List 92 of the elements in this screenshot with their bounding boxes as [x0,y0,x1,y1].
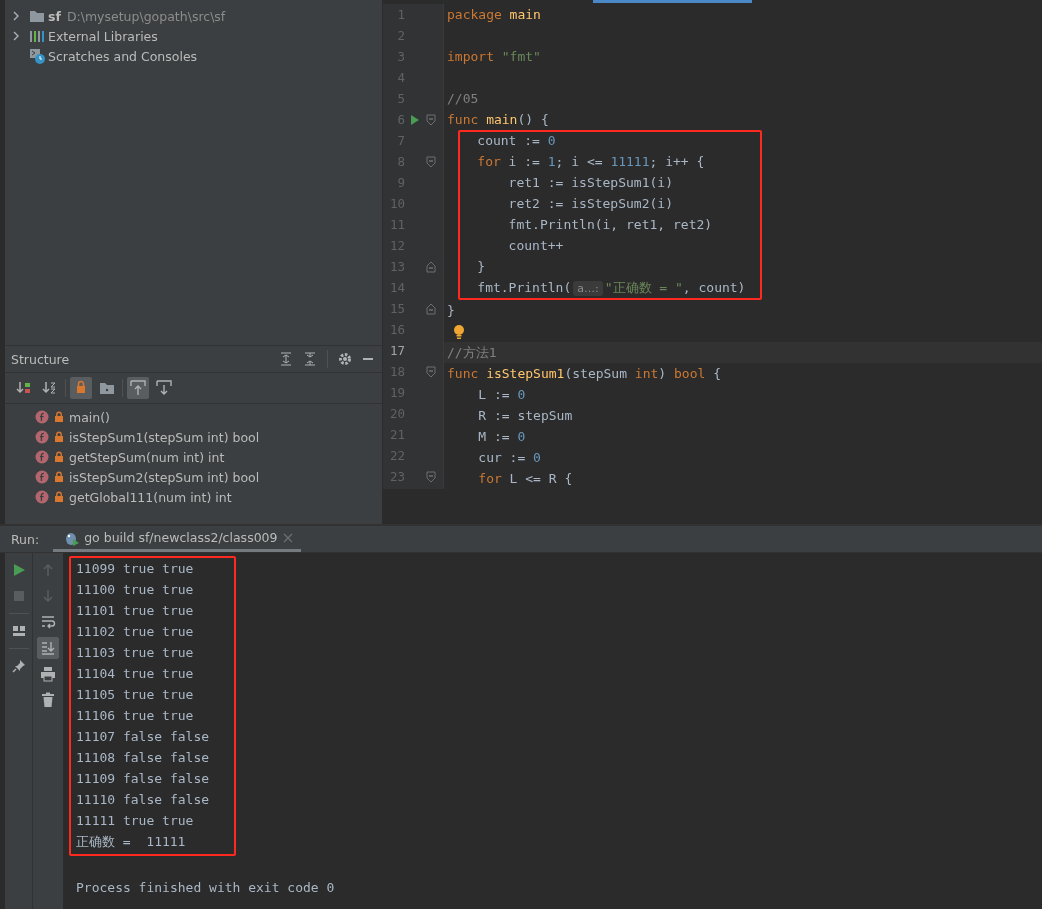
code-line: ret1 := isStepSum1(i) [507,175,673,190]
run-icon[interactable] [410,113,420,126]
code-line: } [447,303,455,318]
folder-icon [29,8,45,24]
layout-icon [10,623,27,639]
code-line: for i := 1; i <= 11111; i++ { [476,154,705,169]
console-clock-icon [29,48,45,64]
console-line: 11106 true true [76,707,195,725]
code-line: } [476,259,486,274]
collapse-all-icon[interactable] [303,352,317,366]
exit-message: Process finished with exit code 0 [75,879,335,897]
code-line: cur := 0 [477,450,541,465]
console-line: 11108 false false [76,749,211,767]
sort-alpha-icon [42,380,58,396]
lock-icon [54,431,64,443]
code-line: count++ [507,238,564,253]
code-line: R := stepSum [477,408,573,423]
lightbulb-icon[interactable] [453,323,465,340]
fold-icon[interactable] [426,113,436,126]
console-line: 11107 false false [76,728,211,746]
structure-item[interactable]: main() [69,409,110,425]
console-line: 11101 true true [76,602,195,620]
expand-all-icon[interactable] [279,352,293,366]
sort-arrow-icon [16,380,32,396]
structure-item[interactable]: isStepSum2(stepSum int) bool [69,469,260,485]
tree-item[interactable]: External Libraries [48,28,158,44]
tree-item[interactable]: Scratches and Consoles [48,48,198,64]
console-line: 11111 true true [76,812,195,830]
code-line: //方法1 [447,343,497,362]
console-line: 11109 false false [76,770,211,788]
function-icon [35,430,49,444]
line-number: 17 [388,343,405,358]
code-line: //05 [447,91,479,106]
fold-icon[interactable] [426,260,436,273]
trash-icon [40,692,56,708]
wrap-icon [40,614,56,630]
arrow-down-icon [40,588,56,604]
console-line: 11103 true true [76,644,195,662]
function-icon [35,410,49,424]
structure-item[interactable]: getStepSum(num int) int [69,449,225,465]
console-line: 11100 true true [76,581,195,599]
arrow-up-icon [130,380,146,396]
code-line: M := 0 [477,429,526,444]
function-icon [35,490,49,504]
pin-icon [10,658,27,674]
chevron-right-icon[interactable] [11,31,21,41]
panel-title: Run: [11,531,40,547]
console-line: 11105 true true [76,686,195,704]
run-tab[interactable]: go build sf/newclass2/class009 [53,526,301,552]
panel-title: Structure [11,351,70,367]
console-line: 11104 true true [76,665,195,683]
code-line: func main() { [447,112,549,127]
fold-icon[interactable] [426,365,436,378]
code-line: count := 0 [476,133,556,148]
bar-chart-icon [29,28,45,44]
console-line: 正确数 = 11111 [76,833,187,851]
fold-icon[interactable] [426,155,436,168]
code-line: fmt.Println(i, ret1, ret2) [507,217,713,232]
code-line: fmt.Println( a…: "正确数 = ", count) [476,278,746,297]
scroll-to-end-button[interactable] [37,637,59,659]
function-icon [35,450,49,464]
chevron-right-icon[interactable] [11,11,21,21]
scroll-to-source-button[interactable] [127,377,149,399]
scroll-to-end-icon [40,640,56,656]
code-line: func isStepSum1(stepSum int) bool { [447,366,721,381]
console-line: 11099 true true [76,560,195,578]
close-icon[interactable] [282,532,293,543]
lock-icon [54,471,64,483]
lock-icon [54,491,64,503]
code-line: import "fmt" [447,49,541,64]
fold-icon[interactable] [426,302,436,315]
printer-icon [40,666,56,682]
code-line: package main [447,7,541,22]
private-members-button[interactable] [70,377,92,399]
code-line: for L <= R { [477,471,573,486]
folder-icon [99,380,115,396]
console-line: 11110 false false [76,791,211,809]
function-icon [35,470,49,484]
structure-item[interactable]: getGlobal111(num int) int [69,489,232,505]
structure-item[interactable]: isStepSum1(stepSum int) bool [69,429,260,445]
settings-icon[interactable] [338,352,352,366]
code-line: L := 0 [477,387,526,402]
fold-icon[interactable] [426,470,436,483]
lock-icon [54,411,64,423]
lock-icon [54,451,64,463]
arrow-down-icon [156,380,172,396]
code-line: ret2 := isStepSum2(i) [507,196,673,211]
parameter-hint: a…: [573,280,603,296]
console-line: 11102 true true [76,623,195,641]
tab-title: go build sf/newclass2/class009 [84,530,278,545]
folder-path: D:\mysetup\gopath\src\sf [66,8,226,24]
tree-item[interactable]: sf [48,8,61,24]
